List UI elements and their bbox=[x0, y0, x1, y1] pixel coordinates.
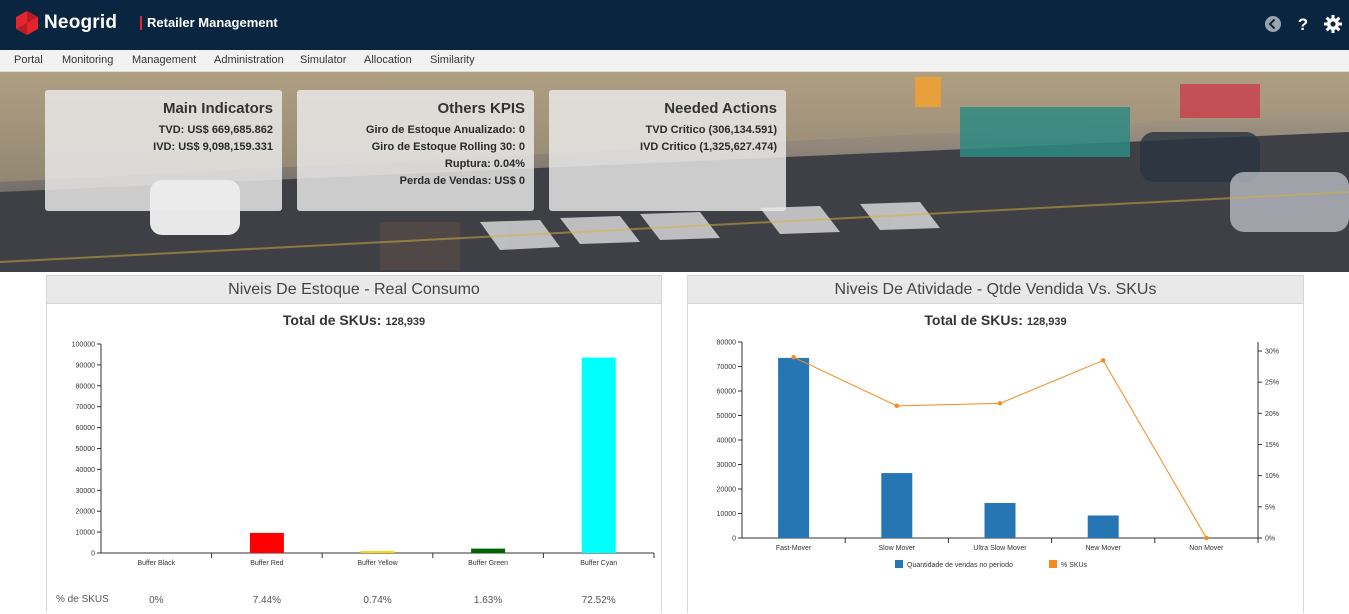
menu-item-monitoring[interactable]: Monitoring bbox=[62, 54, 113, 66]
top-bar: Neogrid Retailer Management ? bbox=[0, 0, 1349, 50]
skus-percent-point bbox=[1101, 358, 1106, 363]
percent-row-label: % de SKUS bbox=[56, 594, 109, 605]
y2-tick-label: 20% bbox=[1265, 411, 1279, 418]
ruptura: Ruptura: 0.04% bbox=[444, 158, 525, 170]
skus-percent-point bbox=[791, 355, 796, 360]
y-tick-label: 10000 bbox=[76, 530, 96, 537]
hero-banner: Main Indicators TVD: US$ 669,685.862 IVD… bbox=[0, 72, 1349, 272]
y-tick-label: 80000 bbox=[76, 383, 96, 390]
y2-tick-label: 0% bbox=[1265, 536, 1275, 543]
legend-swatch-sales bbox=[895, 560, 903, 568]
percent-value: 1.63% bbox=[474, 595, 502, 606]
y-tick-label: 60000 bbox=[717, 389, 737, 396]
y-tick-label: 50000 bbox=[76, 446, 96, 453]
menu-item-allocation[interactable]: Allocation bbox=[364, 54, 412, 66]
header-divider bbox=[140, 16, 142, 30]
x-tick-label: Buffer Yellow bbox=[357, 560, 398, 567]
y-tick-label: 0 bbox=[732, 536, 736, 543]
activity-levels-panel: Niveis De Atividade - Qtde Vendida Vs. S… bbox=[687, 275, 1304, 613]
menu-item-management[interactable]: Management bbox=[132, 54, 196, 66]
y-tick-label: 50000 bbox=[717, 413, 737, 420]
y-tick-label: 40000 bbox=[76, 467, 96, 474]
y-tick-label: 90000 bbox=[76, 362, 96, 369]
bar-buffer-green bbox=[471, 548, 506, 553]
x-tick-label: Buffer Black bbox=[137, 560, 175, 567]
bar-fast-mover bbox=[778, 357, 810, 538]
menu-item-portal[interactable]: Portal bbox=[14, 54, 43, 66]
other-kpis-card: Others KPIS Giro de Estoque Anualizado: … bbox=[297, 90, 534, 211]
bar-slow-mover bbox=[881, 473, 913, 538]
y-tick-label: 20000 bbox=[76, 509, 96, 516]
x-tick-label: Fast-Mover bbox=[776, 545, 812, 552]
stock-levels-panel: Niveis De Estoque - Real Consumo Total d… bbox=[46, 275, 662, 613]
tvd-critico-link[interactable]: TVD Critico (306,134.591) bbox=[549, 122, 777, 139]
y-tick-label: 70000 bbox=[76, 404, 96, 411]
y-tick-label: 30000 bbox=[717, 462, 737, 469]
percent-value: 72.52% bbox=[582, 595, 616, 606]
back-icon[interactable] bbox=[1263, 14, 1283, 34]
y2-tick-label: 10% bbox=[1265, 473, 1279, 480]
y-tick-label: 10000 bbox=[717, 511, 737, 518]
bar-buffer-cyan bbox=[581, 357, 616, 553]
ivd-critico-link[interactable]: IVD Critico (1,325,627.474) bbox=[549, 139, 777, 156]
giro-anualizado: Giro de Estoque Anualizado: 0 bbox=[365, 124, 525, 136]
bar-new-mover bbox=[1087, 515, 1119, 538]
y-tick-label: 100000 bbox=[72, 342, 95, 349]
x-tick-label: Slow Mover bbox=[879, 545, 916, 552]
neogrid-logo[interactable] bbox=[14, 10, 40, 36]
card-title: Main Indicators bbox=[162, 100, 273, 117]
brand-name: Neogrid bbox=[44, 12, 118, 33]
y-tick-label: 40000 bbox=[717, 438, 737, 445]
bar-buffer-yellow bbox=[360, 551, 395, 553]
module-title: Retailer Management bbox=[147, 15, 278, 30]
legend-swatch-skus bbox=[1049, 560, 1057, 568]
y2-tick-label: 15% bbox=[1265, 442, 1279, 449]
x-tick-label: Ultra Slow Mover bbox=[973, 545, 1027, 552]
activity-levels-chart: 0 10000 20000 30000 40000 50000 60000 70000 8000… bbox=[717, 340, 1279, 570]
perda-vendas: Perda de Vendas: US$ 0 bbox=[399, 175, 525, 187]
x-tick-label: Buffer Red bbox=[250, 560, 283, 567]
ivd-value: IVD: US$ 9,098,159.331 bbox=[153, 141, 273, 153]
tvd-value: TVD: US$ 669,685.862 bbox=[158, 124, 273, 136]
main-indicators-card: Main Indicators TVD: US$ 669,685.862 IVD… bbox=[45, 90, 282, 211]
main-menu: Portal Monitoring Management Administrat… bbox=[0, 50, 1349, 72]
x-tick-label: Non Mover bbox=[1189, 545, 1224, 552]
menu-item-similarity[interactable]: Similarity bbox=[430, 54, 475, 66]
skus-percent-point bbox=[997, 401, 1003, 406]
menu-item-simulator[interactable]: Simulator bbox=[300, 54, 346, 66]
percent-value: 0.74% bbox=[363, 595, 391, 606]
help-icon[interactable]: ? bbox=[1293, 14, 1313, 34]
skus-percent-point bbox=[894, 403, 899, 409]
gear-icon[interactable] bbox=[1323, 14, 1343, 34]
x-tick-label: New Mover bbox=[1085, 545, 1121, 552]
giro-rolling: Giro de Estoque Rolling 30: 0 bbox=[371, 141, 525, 153]
menu-item-administration[interactable]: Administration bbox=[214, 54, 284, 66]
y2-tick-label: 30% bbox=[1265, 349, 1279, 356]
y-tick-label: 80000 bbox=[717, 340, 737, 347]
svg-text:?: ? bbox=[1298, 15, 1308, 34]
legend-label-skus: % SKUs bbox=[1061, 562, 1088, 569]
percent-value: 0% bbox=[149, 595, 164, 606]
card-title: Others KPIS bbox=[437, 100, 525, 117]
y-tick-label: 30000 bbox=[76, 488, 96, 495]
x-tick-label: Buffer Green bbox=[468, 560, 508, 567]
y-tick-label: 0 bbox=[91, 551, 95, 558]
y2-tick-label: 5% bbox=[1265, 504, 1275, 511]
skus-percent-point bbox=[1204, 535, 1209, 541]
legend-label-sales: Quantidade de vendas no período bbox=[907, 562, 1013, 569]
bar-ultra-slow-mover bbox=[984, 502, 1016, 538]
y-tick-label: 20000 bbox=[717, 487, 737, 494]
stock-levels-chart: 0 10000 20000 30000 40000 50000 60000 70000 8000… bbox=[56, 342, 655, 606]
y-tick-label: 60000 bbox=[76, 425, 96, 432]
card-title: Needed Actions bbox=[664, 100, 777, 117]
bar-buffer-red bbox=[249, 532, 284, 553]
y-tick-label: 70000 bbox=[717, 364, 737, 371]
needed-actions-card: Needed Actions TVD Critico (306,134.591)… bbox=[549, 90, 786, 211]
x-tick-label: Buffer Cyan bbox=[580, 560, 617, 567]
percent-value: 7.44% bbox=[253, 595, 281, 606]
y2-tick-label: 25% bbox=[1265, 380, 1279, 387]
